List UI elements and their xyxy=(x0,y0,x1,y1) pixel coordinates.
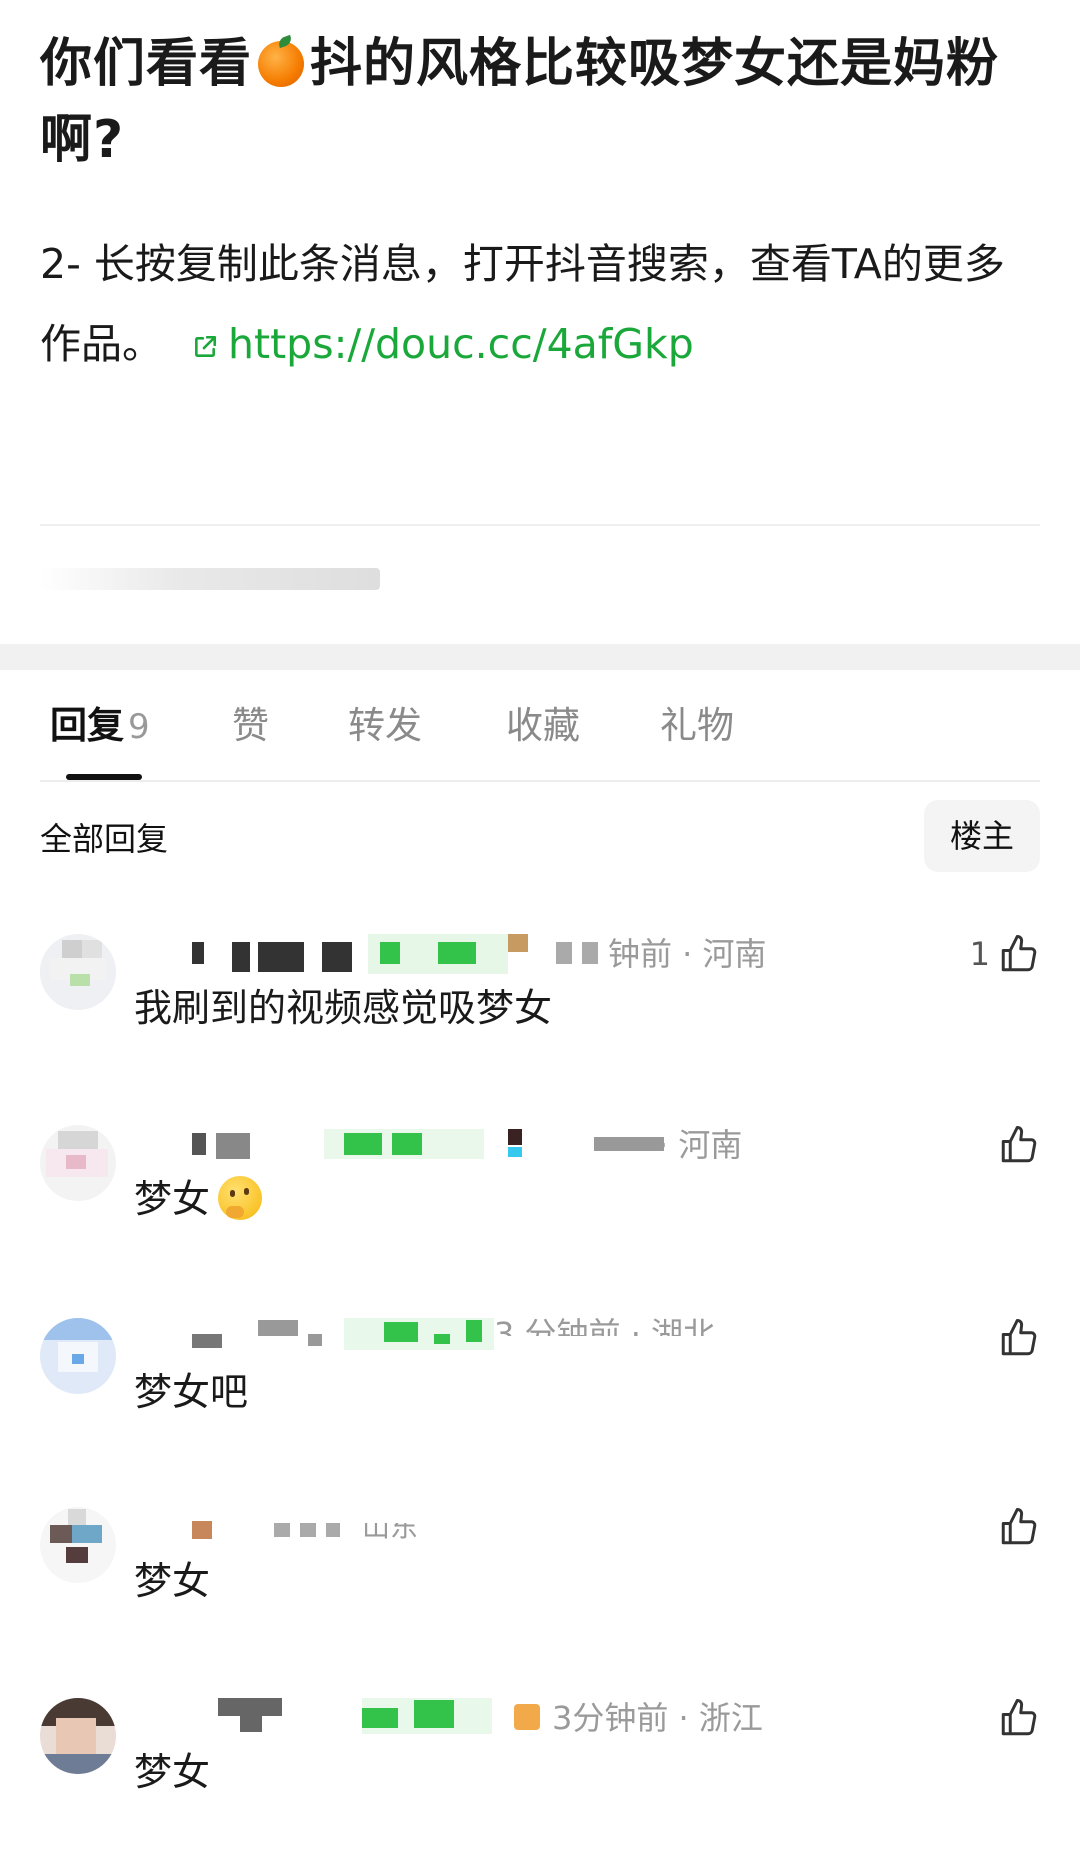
avatar[interactable] xyxy=(40,1318,116,1394)
username-mosaic: 3 分钟前 · 湖北 xyxy=(148,1315,940,1358)
thumbs-up-icon xyxy=(1001,1699,1037,1736)
share-link-text: https://douc.cc/4afGkp xyxy=(228,320,694,368)
comment-text: 我刷到的视频感觉吸梦女 xyxy=(134,986,553,1030)
comment-item: 3 分钟前 · 湖北 梦女吧 xyxy=(40,1315,1040,1468)
post: 你们看看 抖的风格比较吸梦女还是妈粉啊? 2- 长按复制此条消息，打开抖音搜索，查… xyxy=(0,0,1080,384)
all-replies-label: 全部回复 xyxy=(40,820,169,858)
username-mosaic: 钟前 · 河南 xyxy=(148,934,940,974)
comment-meta: · 河南 xyxy=(658,1126,743,1164)
comment-meta: 3 分钟前 · 湖北 xyxy=(494,1315,716,1353)
comment-item: 山东 梦女 xyxy=(40,1507,1040,1657)
comment-text: 梦女 xyxy=(134,1169,263,1229)
tab-forwards[interactable]: 转发 xyxy=(348,700,422,752)
tab-favorites[interactable]: 收藏 xyxy=(506,700,580,752)
comment-meta: 山东 xyxy=(362,1510,419,1543)
external-link-icon xyxy=(195,335,217,357)
tab-replies-count: 9 xyxy=(128,707,150,747)
username-mosaic: 山东 xyxy=(148,1507,940,1547)
thumbs-up-icon xyxy=(1001,935,1037,972)
avatar[interactable] xyxy=(40,1698,116,1774)
comment-meta: 钟前 · 河南 xyxy=(608,935,767,973)
avatar[interactable] xyxy=(40,1125,116,1201)
comment-text: 梦女 xyxy=(134,1750,211,1794)
tab-replies[interactable]: 回复 9 xyxy=(50,700,150,753)
tab-replies-label: 回复 xyxy=(50,704,124,747)
like-button[interactable] xyxy=(998,1316,1040,1360)
thinking-face-emoji xyxy=(218,1176,263,1220)
post-body: 2- 长按复制此条消息，打开抖音搜索，查看TA的更多作品。 https://do… xyxy=(40,224,1040,384)
like-count: 1 xyxy=(969,935,990,973)
thumbs-up-icon xyxy=(1001,1126,1037,1163)
avatar[interactable] xyxy=(40,1507,116,1583)
blurred-stats xyxy=(40,568,380,590)
active-tab-indicator xyxy=(66,774,142,780)
comment-text: 梦女 xyxy=(134,1559,211,1603)
replies-header: 全部回复 楼主 xyxy=(40,800,1040,872)
username-mosaic: 3分钟前 · 浙江 xyxy=(148,1698,940,1738)
like-button[interactable] xyxy=(998,1123,1040,1167)
post-divider xyxy=(40,524,1040,526)
share-link[interactable]: https://douc.cc/4afGkp xyxy=(192,320,694,368)
avatar[interactable] xyxy=(40,934,116,1010)
comment-text-value: 梦女 xyxy=(134,1177,211,1221)
comment-meta: 3分钟前 · 浙江 xyxy=(552,1699,763,1737)
like-button[interactable] xyxy=(998,1505,1040,1549)
post-title: 你们看看 抖的风格比较吸梦女还是妈粉啊? xyxy=(40,26,1040,178)
reply-tabs: 回复 9 赞 转发 收藏 礼物 xyxy=(40,700,1040,782)
like-button[interactable] xyxy=(998,1696,1040,1740)
tab-gifts[interactable]: 礼物 xyxy=(660,700,734,752)
tab-likes[interactable]: 赞 xyxy=(232,700,269,752)
post-title-part1: 你们看看 xyxy=(40,34,253,94)
comment-item: · 河南 梦女 xyxy=(40,1125,1040,1275)
username-mosaic: · 河南 xyxy=(148,1125,940,1165)
thumbs-up-icon xyxy=(1001,1508,1037,1545)
orange-emoji-icon xyxy=(258,41,305,87)
thumbs-up-icon xyxy=(1001,1319,1037,1356)
comment-item: 3分钟前 · 浙江 梦女 xyxy=(40,1698,1040,1848)
section-separator xyxy=(0,644,1080,670)
owner-only-button[interactable]: 楼主 xyxy=(924,800,1040,872)
comment-text: 梦女吧 xyxy=(134,1370,249,1414)
like-button[interactable]: 1 xyxy=(970,932,1040,976)
comment-item: 钟前 · 河南 我刷到的视频感觉吸梦女 1 xyxy=(40,934,1040,1084)
